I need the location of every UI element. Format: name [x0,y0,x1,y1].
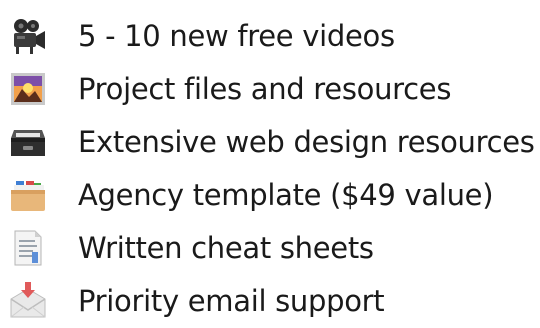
landscape-picture-icon [8,69,48,109]
feature-item-videos: 5 - 10 new free videos [0,9,540,63]
feature-item-agency-template: Agency template ($49 value) [0,168,540,222]
feature-item-web-design: Extensive web design resources [0,115,540,169]
card-file-box-icon [8,122,48,162]
feature-label: Project files and resources [78,72,452,106]
feature-item-cheat-sheets: Written cheat sheets [0,221,540,275]
feature-label: Written cheat sheets [78,231,374,265]
feature-item-project-files: Project files and resources [0,62,540,116]
movie-camera-icon [8,16,48,56]
card-index-dividers-icon [8,175,48,215]
feature-list: 5 - 10 new free videos Project files and… [0,0,540,320]
page-with-curl-icon [8,228,48,268]
feature-label: Extensive web design resources [78,125,535,159]
feature-label: Agency template ($49 value) [78,178,494,212]
feature-label: 5 - 10 new free videos [78,19,395,53]
envelope-with-arrow-icon [8,281,48,321]
